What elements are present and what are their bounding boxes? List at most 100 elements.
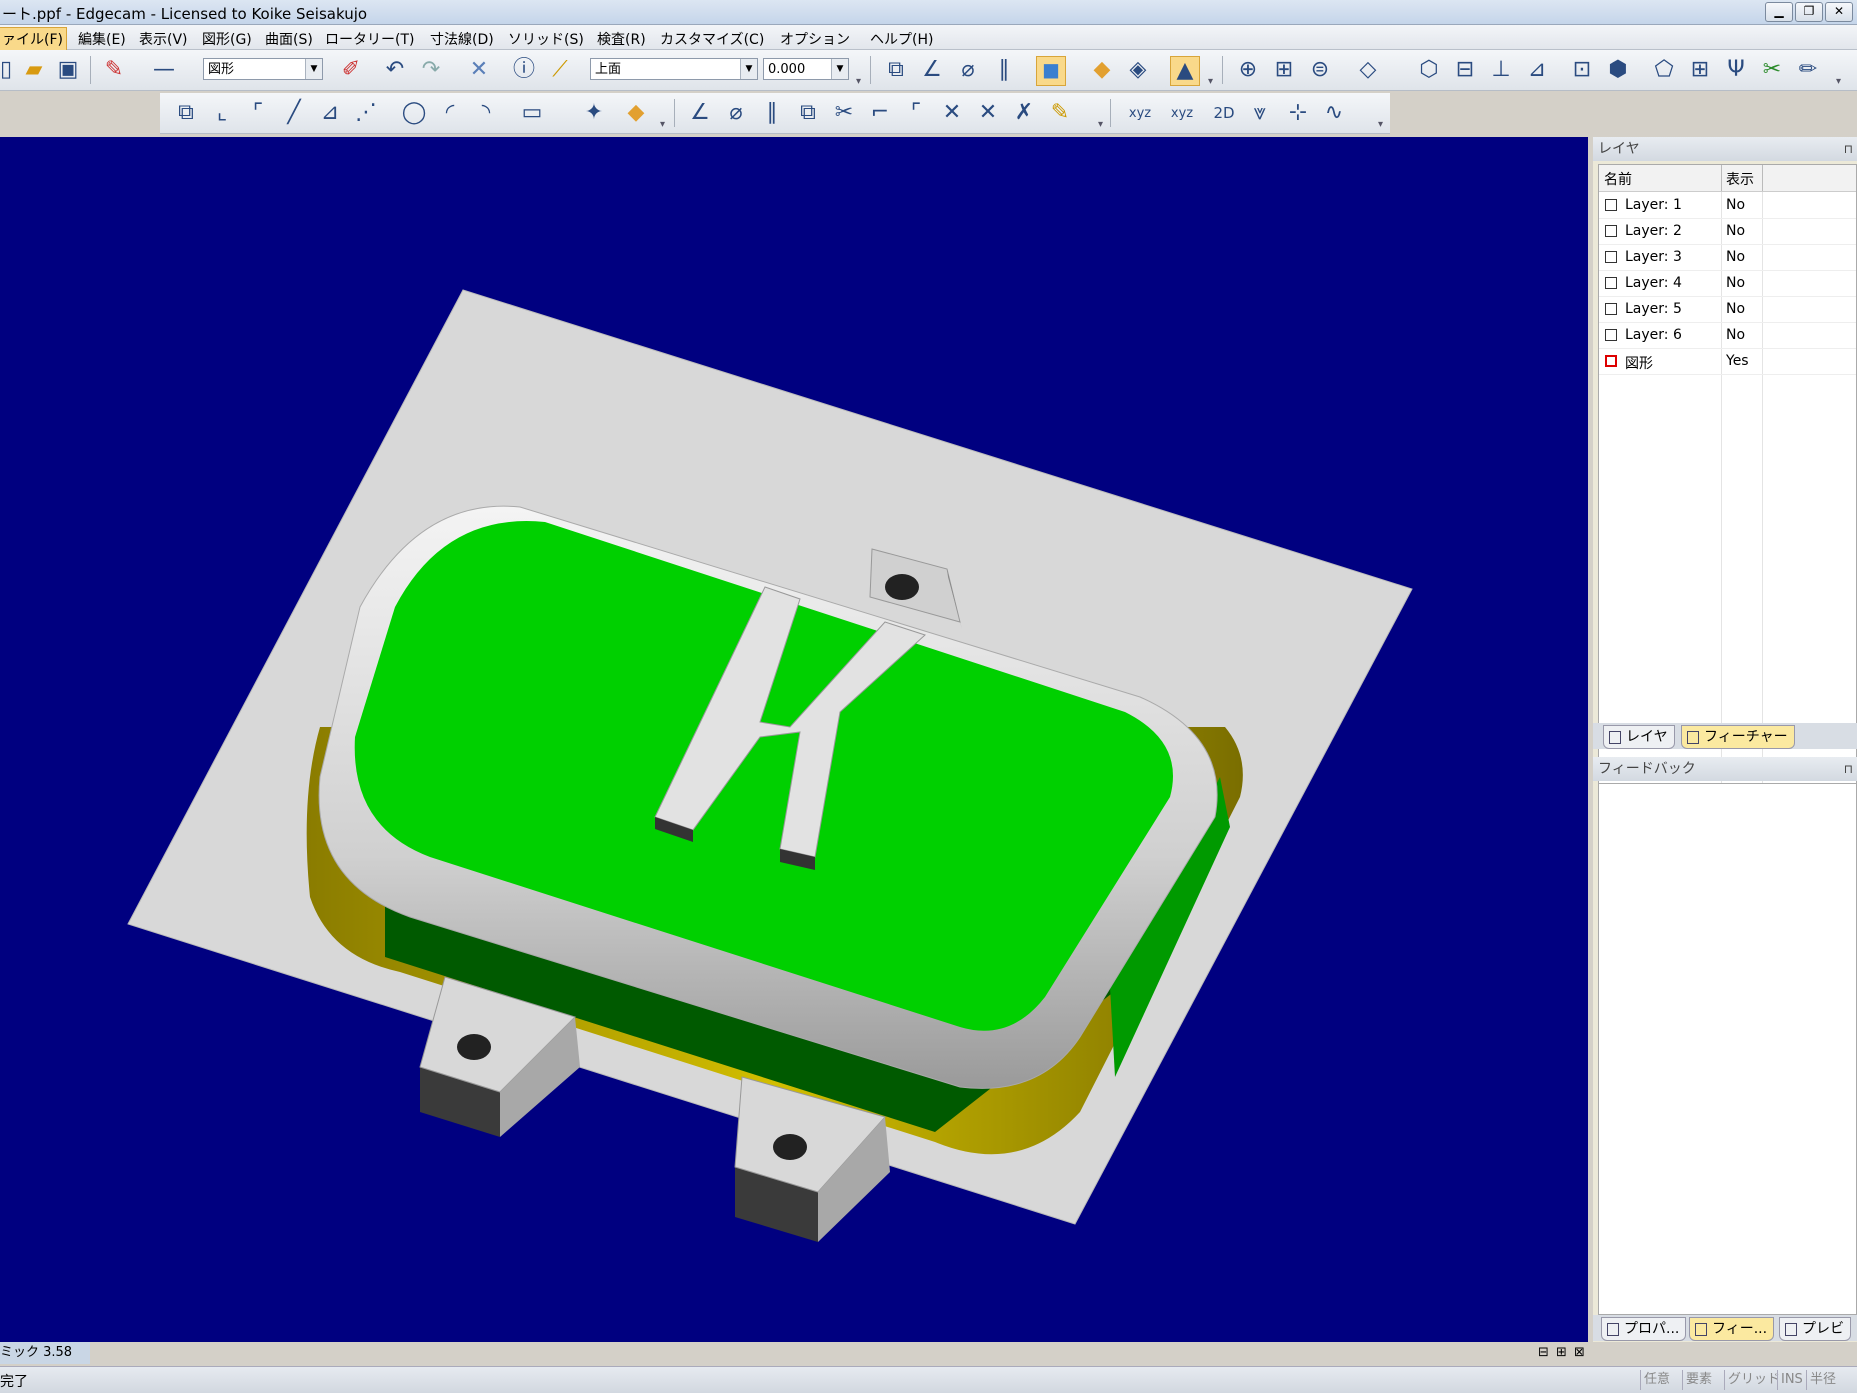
close-view-icon[interactable]: ⊠ bbox=[1574, 1345, 1585, 1360]
layer-combo[interactable]: 図形 ▼ bbox=[203, 58, 323, 80]
feedback-area[interactable] bbox=[1598, 783, 1857, 1315]
point-icon[interactable]: ⌞ bbox=[208, 99, 236, 127]
menu-geometry[interactable]: 図形(G) bbox=[202, 29, 252, 49]
graphics-viewport[interactable] bbox=[0, 137, 1588, 1342]
xyz-icon[interactable]: xyz bbox=[1122, 99, 1158, 127]
parallel-tool-icon[interactable]: ∥ bbox=[758, 99, 786, 127]
layer-row[interactable]: Layer: 1 No bbox=[1599, 192, 1856, 219]
column-name[interactable]: 名前 bbox=[1604, 169, 1632, 189]
tab-preview[interactable]: プレビ bbox=[1779, 1317, 1851, 1341]
cross2-icon[interactable]: ✕ bbox=[974, 99, 1002, 127]
delete-icon[interactable]: ✕ bbox=[465, 56, 493, 84]
menu-customize[interactable]: カスタマイズ(C) bbox=[660, 29, 764, 49]
solid-edge-icon[interactable]: ⬢ bbox=[1604, 56, 1632, 84]
chevron-down-icon[interactable]: ▼ bbox=[740, 59, 757, 79]
menu-edit[interactable]: 編集(E) bbox=[78, 29, 126, 49]
view-combo[interactable]: 上面 ▼ bbox=[590, 58, 758, 80]
chevron-down-icon[interactable]: ▼ bbox=[831, 59, 848, 79]
section-icon[interactable]: ⊟ bbox=[1451, 56, 1479, 84]
pin-icon[interactable]: ⊓ bbox=[1844, 757, 1853, 781]
box-3d-icon[interactable]: ⬡ bbox=[1415, 56, 1443, 84]
chevron-down-icon[interactable]: ▼ bbox=[305, 59, 322, 79]
surface-icon[interactable]: ◇ bbox=[1354, 56, 1382, 84]
parallel-icon[interactable]: ∥ bbox=[990, 56, 1018, 84]
feature-icon[interactable]: ⬠ bbox=[1650, 56, 1678, 84]
chamfer-icon[interactable]: ⌜ bbox=[902, 99, 930, 127]
menu-inspect[interactable]: 検査(R) bbox=[597, 29, 646, 49]
layer-visible[interactable]: No bbox=[1726, 301, 1745, 317]
cpl-icon[interactable]: ⧉ bbox=[882, 56, 910, 84]
menu-solid[interactable]: ソリッド(S) bbox=[508, 29, 584, 49]
edit-icon[interactable]: ✎ bbox=[1046, 99, 1074, 127]
solid-box-icon[interactable]: ◆ bbox=[622, 99, 650, 127]
tile-icon[interactable]: ⊟ bbox=[1538, 1345, 1549, 1360]
cross3-icon[interactable]: ✗ bbox=[1010, 99, 1038, 127]
menu-dimension[interactable]: 寸法線(D) bbox=[430, 29, 494, 49]
table-icon[interactable]: ⊞ bbox=[1686, 56, 1714, 84]
cross-icon[interactable]: ✕ bbox=[938, 99, 966, 127]
tab-features[interactable]: フィーチャー bbox=[1681, 725, 1795, 749]
grid-icon[interactable]: ⊞ bbox=[1270, 56, 1298, 84]
new-file-icon[interactable]: ▯ bbox=[0, 56, 20, 84]
layer-row[interactable]: Layer: 6 No bbox=[1599, 322, 1856, 349]
line-parallel-icon[interactable]: ⊿ bbox=[316, 99, 344, 127]
polyline-icon[interactable]: ⋰ bbox=[352, 99, 380, 127]
layer-visible[interactable]: No bbox=[1726, 223, 1745, 239]
tab-properties[interactable]: プロパ... bbox=[1601, 1317, 1687, 1341]
arc-icon[interactable]: ◜ bbox=[436, 99, 464, 127]
angle-tool-icon[interactable]: ∠ bbox=[686, 99, 714, 127]
open-folder-icon[interactable]: ▰ bbox=[20, 56, 48, 84]
layer-row[interactable]: Layer: 3 No bbox=[1599, 244, 1856, 271]
solid-view-icon[interactable]: ◆ bbox=[1088, 56, 1116, 84]
xyz-offset-icon[interactable]: xyz bbox=[1164, 99, 1200, 127]
undo-icon[interactable]: ↶ bbox=[381, 56, 409, 84]
redo-icon[interactable]: ↷ bbox=[417, 56, 445, 84]
corner-icon[interactable]: ⌜ bbox=[244, 99, 272, 127]
point-marker-icon[interactable]: ✦ bbox=[580, 99, 608, 127]
curve-icon[interactable]: ∿ bbox=[1320, 99, 1348, 127]
line-icon[interactable]: ╱ bbox=[280, 99, 308, 127]
layer-row[interactable]: Layer: 2 No bbox=[1599, 218, 1856, 245]
layer-row[interactable]: Layer: 5 No bbox=[1599, 296, 1856, 323]
menu-rotary[interactable]: ロータリー(T) bbox=[325, 29, 414, 49]
menu-surface[interactable]: 曲面(S) bbox=[265, 29, 313, 49]
rectangle-icon[interactable]: ▭ bbox=[518, 99, 546, 127]
menu-view[interactable]: 表示(V) bbox=[139, 29, 188, 49]
ruled-icon[interactable]: ⊥ bbox=[1487, 56, 1515, 84]
layer-visible[interactable]: No bbox=[1726, 197, 1745, 213]
angle-icon[interactable]: ∠ bbox=[918, 56, 946, 84]
layer-visible[interactable]: No bbox=[1726, 275, 1745, 291]
pin-icon[interactable]: ⊓ bbox=[1844, 137, 1853, 161]
intersect-icon[interactable]: ⊹ bbox=[1284, 99, 1312, 127]
highlight-view-icon[interactable]: ▲ bbox=[1170, 56, 1200, 86]
shaded-view-icon[interactable]: ◼ bbox=[1036, 56, 1066, 86]
menu-file[interactable]: ァイル(F) bbox=[0, 27, 67, 51]
2d-icon[interactable]: 2D bbox=[1208, 99, 1240, 127]
layer-visible[interactable]: Yes bbox=[1726, 353, 1749, 369]
copy-icon[interactable]: ⧉ bbox=[794, 99, 822, 127]
menu-help[interactable]: ヘルプ(H) bbox=[870, 29, 933, 49]
measure-icon[interactable]: ⟋ bbox=[546, 56, 574, 84]
diameter-tool-icon[interactable]: ⌀ bbox=[722, 99, 750, 127]
trim-icon[interactable]: ✂ bbox=[830, 99, 858, 127]
spline-icon[interactable]: ◝ bbox=[472, 99, 500, 127]
color-picker-icon[interactable]: ✎ bbox=[100, 56, 128, 84]
sweep-icon[interactable]: ⊿ bbox=[1523, 56, 1551, 84]
depth-combo[interactable]: 0.000 ▼ bbox=[763, 58, 849, 80]
wireframe-view-icon[interactable]: ◈ bbox=[1124, 56, 1152, 84]
diameter-icon[interactable]: ⌀ bbox=[954, 56, 982, 84]
tab-layers[interactable]: レイヤ bbox=[1603, 725, 1675, 749]
menu-options[interactable]: オプション bbox=[780, 29, 850, 49]
layer-visible[interactable]: No bbox=[1726, 327, 1745, 343]
cylinder-icon[interactable]: ⊜ bbox=[1306, 56, 1334, 84]
column-visible[interactable]: 表示 bbox=[1726, 169, 1754, 189]
line-style-icon[interactable]: — bbox=[150, 56, 178, 84]
info-icon[interactable]: ⓘ bbox=[510, 56, 538, 84]
scissors-icon[interactable]: ✂ bbox=[1758, 56, 1786, 84]
snap-icon[interactable]: ⩔ bbox=[1246, 99, 1274, 127]
layer-row[interactable]: Layer: 4 No bbox=[1599, 270, 1856, 297]
tool-icon[interactable]: ✏ bbox=[1794, 56, 1822, 84]
layer-row-current[interactable]: 図形 Yes bbox=[1599, 348, 1856, 375]
layer-visible[interactable]: No bbox=[1726, 249, 1745, 265]
frame-icon[interactable]: ⊡ bbox=[1568, 56, 1596, 84]
